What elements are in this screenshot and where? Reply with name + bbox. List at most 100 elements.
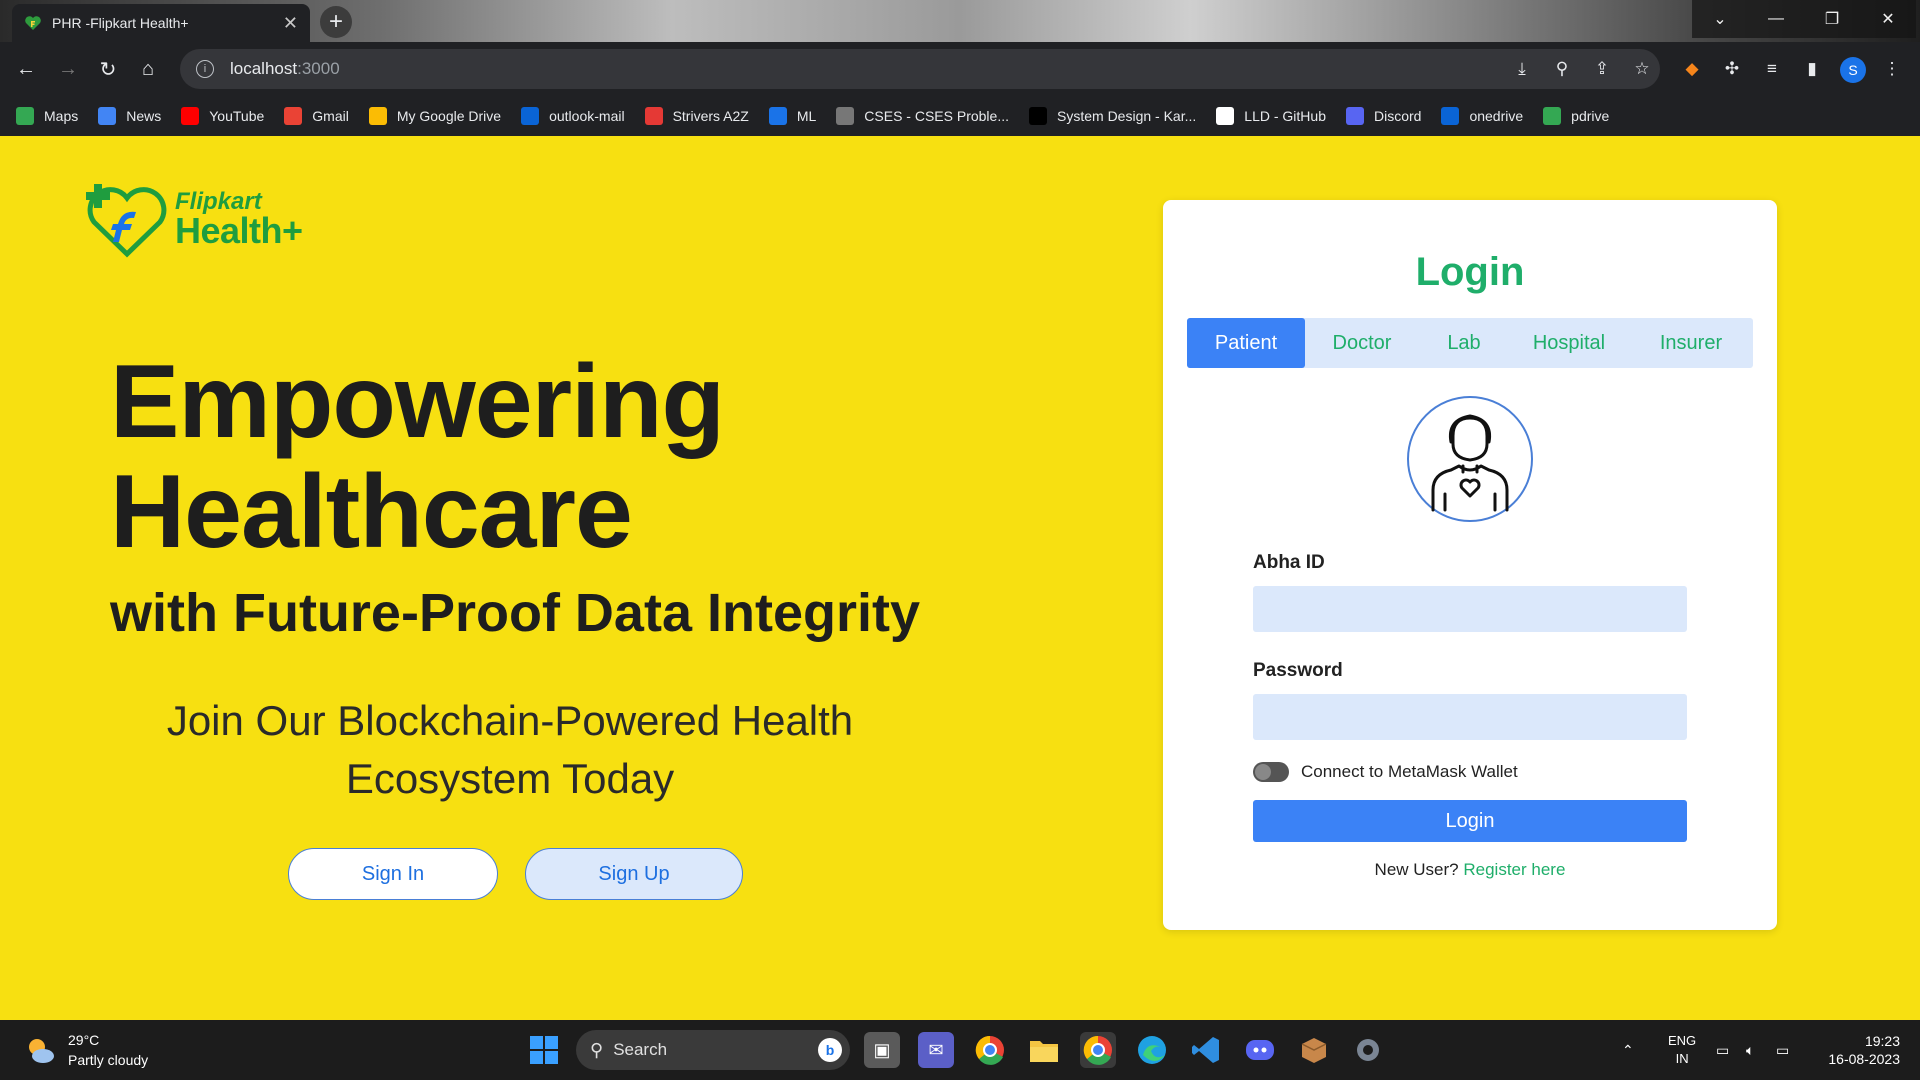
bookmark-item[interactable]: Gmail [284,107,349,125]
password-input[interactable] [1253,694,1687,740]
tab-hospital[interactable]: Hospital [1509,318,1629,368]
bookmark-label: CSES - CSES Proble... [864,108,1009,124]
edge-icon[interactable] [1134,1032,1170,1068]
bookmark-item[interactable]: LLD - GitHub [1216,107,1326,125]
zoom-icon[interactable]: ⚲ [1548,55,1576,83]
home-icon[interactable]: ⌂ [132,53,164,85]
register-link[interactable]: Register here [1463,860,1565,879]
bookmark-favicon-icon [1029,107,1047,125]
bing-icon[interactable]: b [818,1038,842,1062]
hero-headline-line2: Healthcare [110,454,633,570]
chrome-active-icon[interactable] [1080,1032,1116,1068]
address-bar[interactable]: i localhost:3000 [180,49,1660,89]
browser-tab[interactable]: PHR -Flipkart Health+ ✕ [12,4,310,42]
close-tab-icon[interactable]: ✕ [283,13,298,34]
patient-user-icon [1431,414,1509,512]
sign-up-button[interactable]: Sign Up [525,848,743,900]
tab-doctor[interactable]: Doctor [1305,318,1419,368]
abha-id-label: Abha ID [1253,552,1325,573]
start-windows-icon[interactable] [526,1032,562,1068]
bookmark-item[interactable]: ML [768,107,817,125]
site-info-icon[interactable]: i [196,60,214,78]
media-control-icon[interactable]: ≡ [1758,55,1786,83]
tab-lab[interactable]: Lab [1419,318,1509,368]
bookmark-favicon-icon [1216,107,1235,125]
bookmark-label: YouTube [209,108,265,124]
tab-search-icon[interactable]: ⌄ [1692,0,1748,38]
bookmark-item[interactable]: News [98,107,161,125]
metamask-extension-icon[interactable]: ◆ [1678,55,1706,83]
temperature: 29°C [68,1032,100,1048]
profile-avatar[interactable]: S [1840,57,1866,83]
bookmark-favicon-icon [181,107,200,125]
battery-icon[interactable]: ▭ [1776,1020,1789,1080]
bookmark-label: ML [796,108,817,124]
forward-icon[interactable]: → [52,53,84,85]
extensions-icon[interactable]: ✣ [1718,55,1746,83]
weather-widget[interactable]: 29°C Partly cloudy [24,1030,148,1070]
bookmark-item[interactable]: Discord [1345,107,1421,125]
discord-icon[interactable] [1242,1032,1278,1068]
share-icon[interactable]: ⇪ [1588,55,1616,83]
bookmark-favicon-icon [644,107,663,125]
sign-in-button[interactable]: Sign In [288,848,498,900]
back-icon[interactable]: ← [10,53,42,85]
bookmark-item[interactable]: Strivers A2Z [644,107,749,125]
network-icon[interactable]: ▭ [1716,1020,1729,1080]
bookmark-item[interactable]: System Design - Kar... [1029,107,1196,125]
task-view-icon[interactable]: ▣ [864,1032,900,1068]
bookmark-item[interactable]: onedrive [1441,107,1523,125]
language-indicator[interactable]: ENG IN [1668,1020,1696,1080]
reload-icon[interactable]: ↻ [92,53,124,85]
minimize-icon[interactable]: — [1748,0,1804,38]
file-explorer-icon[interactable] [1026,1032,1062,1068]
bookmark-item[interactable]: My Google Drive [368,107,502,125]
system-clock[interactable]: 19:23 16-08-2023 [1810,1032,1900,1068]
taskbar-search[interactable]: ⚲ Search b [576,1030,850,1070]
hero-subheadline: with Future-Proof Data Integrity [110,583,920,643]
bookmark-favicon-icon [16,107,34,125]
bookmark-item[interactable]: Maps [16,107,78,125]
chrome-icon[interactable] [972,1032,1008,1068]
search-label: Search [613,1040,668,1059]
install-app-icon[interactable]: ⤓ [1508,55,1536,83]
metamask-toggle[interactable] [1253,762,1289,782]
new-tab-button[interactable]: + [320,6,352,38]
settings-gear-icon[interactable] [1350,1032,1386,1068]
abha-id-input[interactable] [1253,586,1687,632]
bookmark-label: Gmail [312,108,349,124]
bookmark-favicon-icon [368,107,387,125]
show-hidden-icons-chevron-icon[interactable]: ⌃ [1622,1020,1634,1080]
bookmark-favicon-icon [1345,107,1364,125]
bookmark-item[interactable]: outlook-mail [521,107,625,125]
bookmark-label: outlook-mail [549,108,625,124]
bookmarks-bar: Maps News YouTube Gmail My Google Drive outlo… [0,96,1920,136]
tab-insurer[interactable]: Insurer [1629,318,1753,368]
restore-icon[interactable]: ❐ [1804,0,1860,38]
flipkart-health-logo[interactable]: Flipkart Health+ [82,180,342,260]
login-title: Login [1415,250,1525,294]
weather-condition: Partly cloudy [68,1052,149,1068]
toggle-knob [1255,764,1271,780]
bookmark-favicon-icon [284,107,303,125]
teams-chat-icon[interactable]: ✉ [918,1032,954,1068]
brand-name-health: Health+ [175,210,303,251]
bookmark-star-icon[interactable]: ☆ [1628,55,1656,83]
login-submit-button[interactable]: Login [1253,800,1687,842]
bookmark-item[interactable]: pdrive [1543,107,1609,125]
vscode-icon[interactable] [1188,1032,1224,1068]
clock-time: 19:23 [1864,1033,1900,1049]
window-titlebar: PHR -Flipkart Health+ ✕ + ⌄ — ❐ ✕ [0,0,1920,42]
bookmark-item[interactable]: YouTube [181,107,264,125]
volume-icon[interactable]: 🔈︎ [1746,1020,1754,1080]
bookmark-label: My Google Drive [396,108,502,124]
bookmark-favicon-icon [521,107,540,125]
tab-patient[interactable]: Patient [1187,318,1305,368]
close-window-icon[interactable]: ✕ [1860,0,1916,38]
bookmark-item[interactable]: CSES - CSES Proble... [836,107,1009,125]
language-code: ENG [1668,1033,1697,1048]
package-app-icon[interactable] [1296,1032,1332,1068]
bookmark-favicon-icon [1543,107,1562,125]
menu-kebab-icon[interactable]: ⋮ [1878,55,1906,83]
side-panel-icon[interactable]: ▮ [1798,55,1826,83]
